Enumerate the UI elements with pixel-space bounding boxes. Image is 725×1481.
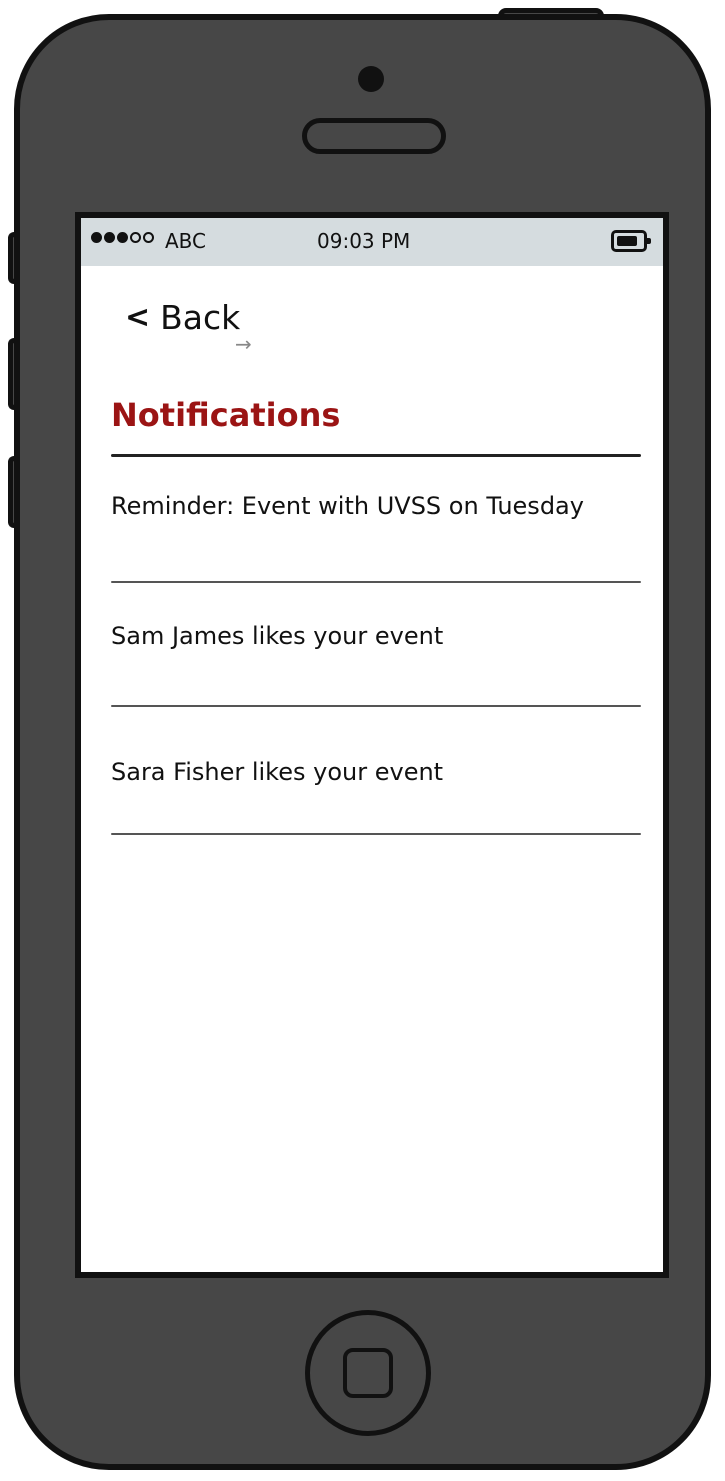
list-divider xyxy=(111,705,641,707)
home-button[interactable] xyxy=(305,1310,431,1436)
page-title: Notifications xyxy=(111,396,341,434)
title-divider xyxy=(111,454,641,457)
camera-icon xyxy=(358,66,384,92)
phone-screen: ABC 09:03 PM < Back → Notifications Remi… xyxy=(75,212,669,1278)
home-square-icon xyxy=(343,1348,393,1398)
status-time: 09:03 PM xyxy=(317,229,411,253)
link-arrow-icon: → xyxy=(235,332,252,356)
back-button[interactable]: < Back → xyxy=(125,298,252,356)
speaker-grille xyxy=(302,118,446,154)
notification-item[interactable]: Sam James likes your event xyxy=(111,622,611,650)
chevron-left-icon: < xyxy=(125,300,151,335)
carrier-name: ABC xyxy=(165,229,207,253)
status-bar: ABC 09:03 PM xyxy=(81,218,663,266)
list-divider xyxy=(111,581,641,583)
list-divider xyxy=(111,833,641,835)
notification-item[interactable]: Reminder: Event with UVSS on Tuesday xyxy=(111,492,611,520)
battery-icon xyxy=(611,230,651,252)
notification-item[interactable]: Sara Fisher likes your event xyxy=(111,758,611,786)
signal-strength-icon xyxy=(91,232,154,243)
mockup-stage: ABC 09:03 PM < Back → Notifications Remi… xyxy=(0,0,725,1481)
back-label: Back xyxy=(160,298,241,337)
